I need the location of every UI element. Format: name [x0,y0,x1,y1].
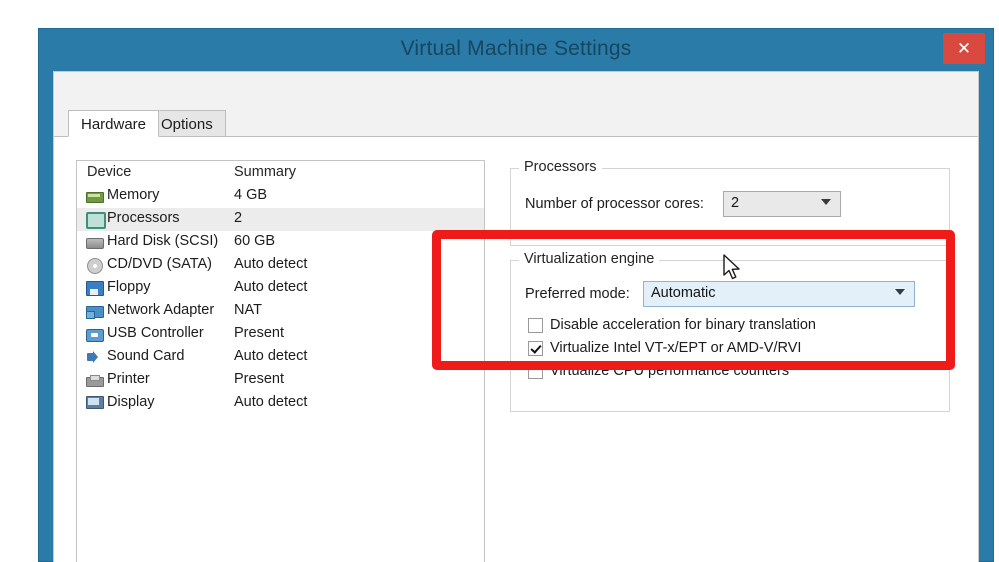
processors-group-legend: Processors [519,159,602,175]
checkbox-label: Virtualize CPU performance counters [550,363,790,379]
hardware-tab-pane: Device Summary Memory 4 GB Processors 2 [54,136,978,562]
device-name: Processors [107,210,180,226]
device-name: Memory [107,187,160,203]
processor-icon [86,212,106,229]
processor-cores-dropdown[interactable]: 2 [723,191,841,217]
column-header-summary: Summary [234,164,297,180]
device-summary: Auto detect [234,394,308,410]
table-row[interactable]: Sound Card Auto detect [77,346,484,369]
device-name: Display [107,394,155,410]
device-name: Hard Disk (SCSI) [107,233,219,249]
table-row[interactable]: Floppy Auto detect [77,277,484,300]
cores-label: Number of processor cores: [525,196,704,212]
processors-group: Processors Number of processor cores: 2 [510,159,950,246]
device-name: Floppy [107,279,151,295]
checkbox-label: Disable acceleration for binary translat… [550,317,816,333]
window-title: Virtual Machine Settings [400,37,632,60]
settings-right-pane: Processors Number of processor cores: 2 … [506,159,954,562]
preferred-mode-label: Preferred mode: [525,286,630,302]
table-row[interactable]: USB Controller Present [77,323,484,346]
device-list[interactable]: Device Summary Memory 4 GB Processors 2 [76,160,485,562]
memory-icon [86,189,104,204]
display-icon [86,396,104,411]
device-summary: 60 GB [234,233,276,249]
device-name: Printer [107,371,150,387]
window-titlebar: Virtual Machine Settings ✕ [39,29,993,71]
cd-dvd-icon [86,258,103,274]
tab-strip: Hardware Options [54,72,978,137]
virtualization-engine-group: Virtualization engine Preferred mode: Au… [510,251,950,412]
printer-icon [86,373,104,388]
device-summary: Auto detect [234,279,308,295]
tab-hardware[interactable]: Hardware [68,110,160,137]
device-name: Network Adapter [107,302,215,318]
device-summary: 2 [234,210,243,226]
vm-settings-window: Virtual Machine Settings ✕ Hardware Opti… [38,28,994,562]
column-header-device: Device [87,164,132,180]
chevron-down-icon [821,199,831,205]
usb-controller-icon [86,327,104,342]
checkbox-box [528,318,543,333]
dialog-body: Hardware Options Device Summary Memory 4… [53,71,979,562]
device-summary: 4 GB [234,187,268,203]
screenshot-root: Virtual Machine Settings ✕ Hardware Opti… [0,0,999,562]
preferred-mode-value: Automatic [651,285,716,301]
processor-cores-value: 2 [731,195,740,211]
hard-disk-icon [86,235,104,250]
floppy-icon [86,281,104,296]
device-name: CD/DVD (SATA) [107,256,212,272]
preferred-mode-dropdown[interactable]: Automatic [643,281,915,307]
chevron-down-icon [895,289,905,295]
network-adapter-icon [86,304,104,319]
sound-card-icon [86,350,102,365]
tab-options[interactable]: Options [148,110,226,137]
close-icon[interactable]: ✕ [943,33,985,64]
device-summary: Present [234,371,284,387]
device-summary: Auto detect [234,256,308,272]
device-name: Sound Card [107,348,185,364]
checkbox-box [528,364,543,379]
device-summary: NAT [234,302,262,318]
checkbox-label: Virtualize Intel VT-x/EPT or AMD-V/RVI [550,340,802,356]
virtualization-group-legend: Virtualization engine [519,251,660,267]
device-name: USB Controller [107,325,204,341]
table-row[interactable]: Network Adapter NAT [77,300,484,323]
table-row[interactable]: Printer Present [77,369,484,392]
table-row[interactable]: Memory 4 GB [77,185,484,208]
table-row[interactable]: Display Auto detect [77,392,484,415]
device-summary: Present [234,325,284,341]
checkbox-box [528,341,543,356]
device-summary: Auto detect [234,348,308,364]
table-row[interactable]: Hard Disk (SCSI) 60 GB [77,231,484,254]
device-list-header: Device Summary [77,161,484,185]
table-row[interactable]: CD/DVD (SATA) Auto detect [77,254,484,277]
table-row[interactable]: Processors 2 [77,208,484,231]
